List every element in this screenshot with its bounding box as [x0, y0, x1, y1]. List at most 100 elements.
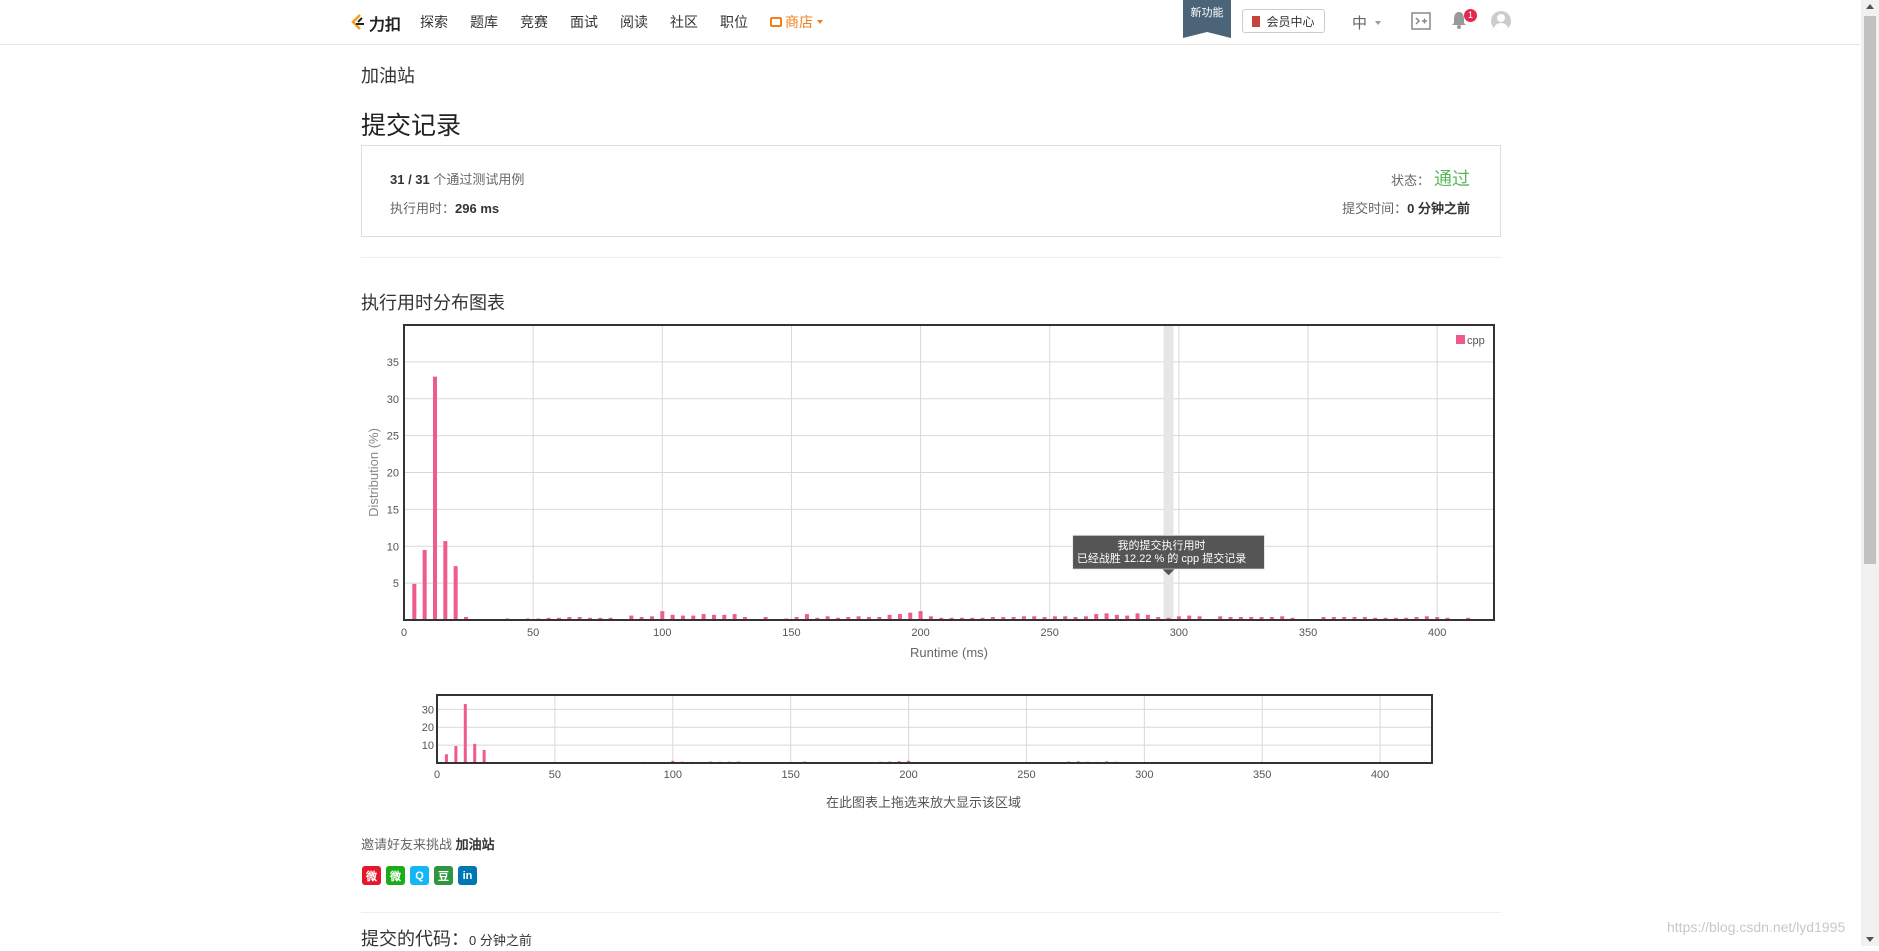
submission-result-box: 31 / 31 个通过测试用例 执行用时：296 ms 状态： 通过 提交时间：…	[361, 145, 1501, 237]
x-tick-label: 300	[1170, 627, 1188, 639]
leetcode-logo-icon	[350, 14, 366, 32]
chevron-down-icon	[1375, 21, 1381, 25]
nav-bar	[445, 754, 448, 763]
y-axis-label: Distribution (%)	[366, 428, 381, 517]
nav-item-explore[interactable]: 探索	[420, 12, 448, 32]
avatar[interactable]	[1491, 11, 1511, 31]
nav-x-tick-label: 250	[1017, 769, 1035, 781]
x-tick-label: 150	[782, 627, 800, 639]
scroll-down-icon[interactable]	[1866, 937, 1874, 942]
distribution-bar[interactable]	[412, 584, 416, 620]
nav-item-problems[interactable]: 题库	[470, 12, 498, 32]
runtime-value: 296 ms	[455, 201, 499, 216]
invite-text: 邀请好友来挑战 加油站	[361, 834, 495, 853]
page-scrollbar[interactable]	[1861, 0, 1879, 946]
watermark: https://blog.csdn.net/lyd1995	[1667, 919, 1845, 935]
language-label: 中	[1352, 12, 1367, 33]
distribution-bar[interactable]	[443, 541, 447, 620]
store-icon	[770, 17, 782, 27]
tests-passed: 31 / 31 个通过测试用例	[390, 169, 524, 188]
tooltip-line-1: 我的提交执行用时	[1118, 538, 1206, 552]
nav-y-tick-label: 10	[422, 740, 434, 752]
leetcode-logo[interactable]: 力扣	[350, 11, 401, 35]
distribution-bar[interactable]	[433, 377, 437, 620]
invite-prefix: 邀请好友来挑战	[361, 837, 452, 852]
qq-icon[interactable]: Q	[410, 866, 429, 885]
linkedin-icon[interactable]: in	[458, 866, 477, 885]
douban-icon[interactable]: 豆	[434, 866, 453, 885]
distribution-bar[interactable]	[423, 550, 427, 620]
wechat-icon[interactable]: 微	[386, 866, 405, 885]
x-tick-label: 0	[401, 627, 407, 639]
notification-badge: 1	[1464, 9, 1477, 22]
nav-x-tick-label: 350	[1253, 769, 1271, 781]
submit-time-label: 提交时间：	[1342, 201, 1407, 216]
nav-item-community[interactable]: 社区	[670, 12, 698, 32]
legend-swatch[interactable]	[1456, 335, 1465, 344]
weibo-icon[interactable]: 微	[362, 866, 381, 885]
status-label: 状态：	[1391, 170, 1430, 189]
y-tick-label: 25	[387, 431, 399, 443]
nav-x-tick-label: 400	[1371, 769, 1389, 781]
y-tick-label: 20	[387, 468, 399, 480]
x-tick-label: 400	[1428, 627, 1446, 639]
y-tick-label: 10	[387, 541, 399, 553]
member-center-label: 会员中心	[1266, 13, 1314, 30]
runtime-tooltip: 我的提交执行用时已经战胜 12.22 % 的 cpp 提交记录	[1073, 535, 1265, 575]
scrollbar-thumb[interactable]	[1864, 16, 1876, 564]
divider	[361, 257, 1501, 258]
nav-y-tick-label: 20	[422, 722, 434, 734]
nav-item-interview[interactable]: 面试	[570, 12, 598, 32]
store-label: 商店	[785, 12, 813, 32]
runtime-chart-title: 执行用时分布图表	[361, 289, 505, 315]
distribution-bar[interactable]	[454, 566, 458, 620]
submit-time-value: 0 分钟之前	[1407, 201, 1470, 216]
submit-time: 提交时间：0 分钟之前	[1342, 198, 1470, 217]
y-tick-label: 5	[393, 578, 399, 590]
chart-hint: 在此图表上拖选来放大显示该区域	[826, 792, 1021, 811]
nav-item-reading[interactable]: 阅读	[620, 12, 648, 32]
y-tick-label: 15	[387, 504, 399, 516]
nav-item-store[interactable]: 商店	[770, 12, 823, 32]
x-tick-label: 250	[1041, 627, 1059, 639]
nav-item-contest[interactable]: 竞赛	[520, 12, 548, 32]
tests-passed-count: 31 / 31	[390, 172, 430, 187]
nav-bar	[483, 750, 486, 763]
distribution-bar[interactable]	[919, 611, 923, 620]
y-tick-label: 30	[387, 394, 399, 406]
nav-x-tick-label: 0	[434, 769, 440, 781]
distribution-bar[interactable]	[660, 611, 664, 620]
status-badge: 通过	[1434, 165, 1470, 191]
nav-x-tick-label: 200	[899, 769, 917, 781]
top-navbar: 力扣 探索 题库 竞赛 面试 阅读 社区 职位 商店 新功能 会员中心 中 1	[0, 0, 1860, 45]
x-axis-label: Runtime (ms)	[910, 645, 988, 660]
nav-item-jobs[interactable]: 职位	[720, 12, 748, 32]
x-tick-label: 200	[911, 627, 929, 639]
nav-x-tick-label: 50	[549, 769, 561, 781]
chevron-down-icon	[817, 20, 823, 24]
language-switcher[interactable]: 中	[1352, 12, 1381, 33]
playground-icon[interactable]	[1411, 12, 1431, 30]
runtime-distribution-chart[interactable]: 0501001502002503003504005101520253035cpp…	[360, 318, 1510, 670]
member-center-button[interactable]: 会员中心	[1242, 9, 1325, 33]
submitted-code-title: 提交的代码：0 分钟之前	[361, 925, 532, 951]
distribution-bar[interactable]	[908, 613, 912, 620]
runtime-label: 执行用时：	[390, 201, 455, 216]
my-runtime-highlight	[1164, 325, 1174, 620]
problem-title-link[interactable]: 加油站	[361, 62, 415, 88]
nav-x-tick-label: 300	[1135, 769, 1153, 781]
new-feature-ribbon[interactable]: 新功能	[1183, 0, 1231, 32]
legend-label: cpp	[1467, 335, 1485, 347]
scroll-up-icon[interactable]	[1866, 4, 1874, 9]
x-tick-label: 100	[653, 627, 671, 639]
page-title: 提交记录	[361, 106, 461, 142]
chart-navigator[interactable]: 050100150200250300350400102030	[420, 690, 1440, 790]
tooltip-line-2: 已经战胜 12.22 % 的 cpp 提交记录	[1077, 551, 1246, 565]
logo-text: 力扣	[369, 11, 401, 35]
nav-border	[437, 695, 1432, 763]
nav-bar	[454, 746, 457, 763]
nav-bar	[473, 744, 476, 763]
nav-x-tick-label: 150	[781, 769, 799, 781]
submitted-code-label: 提交的代码：	[361, 929, 469, 949]
tests-passed-suffix: 个通过测试用例	[433, 172, 524, 187]
